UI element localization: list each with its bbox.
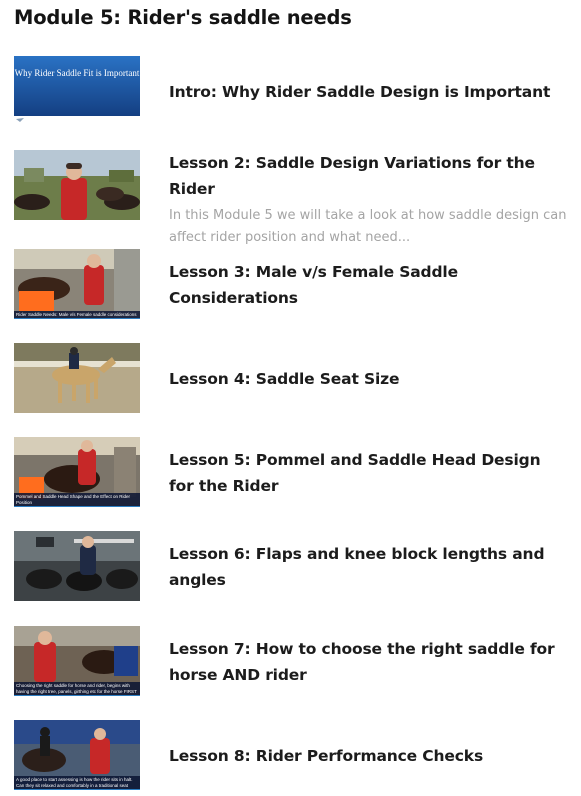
video-thumbnail-icon xyxy=(14,343,140,413)
lesson-text: Lesson 3: Male v/s Female Saddle Conside… xyxy=(169,249,569,321)
lesson-item-3[interactable]: Rider Saddle Needs: Male v/s Female sadd… xyxy=(14,249,570,321)
lesson-title[interactable]: Intro: Why Rider Saddle Design is Import… xyxy=(169,79,569,105)
lesson-title[interactable]: Lesson 8: Rider Performance Checks xyxy=(169,743,569,769)
lesson-title[interactable]: Lesson 5: Pommel and Saddle Head Design … xyxy=(169,447,569,499)
lesson-item-8[interactable]: A good place to start assessing is how t… xyxy=(14,720,570,792)
lesson-text: Lesson 6: Flaps and knee block lengths a… xyxy=(169,531,569,603)
lesson-thumbnail[interactable] xyxy=(14,531,140,601)
lesson-thumbnail[interactable]: Why Rider Saddle Fit is Important xyxy=(14,56,140,126)
lesson-text: Intro: Why Rider Saddle Design is Import… xyxy=(169,56,569,128)
video-thumbnail-icon xyxy=(14,249,140,319)
lesson-thumbnail[interactable] xyxy=(14,343,140,413)
lesson-thumbnail[interactable]: Pommel and Saddle Head Shape and the Eff… xyxy=(14,437,140,507)
lesson-thumbnail[interactable]: Rider Saddle Needs: Male v/s Female sadd… xyxy=(14,249,140,319)
lesson-text: Lesson 8: Rider Performance Checks xyxy=(169,720,569,792)
lesson-item-intro[interactable]: Why Rider Saddle Fit is Important Intro:… xyxy=(14,56,570,128)
video-thumbnail-icon xyxy=(14,150,140,220)
lesson-title[interactable]: Lesson 7: How to choose the right saddle… xyxy=(169,636,569,688)
lesson-text: Lesson 4: Saddle Seat Size xyxy=(169,343,569,415)
lesson-item-5[interactable]: Pommel and Saddle Head Shape and the Eff… xyxy=(14,437,570,509)
lesson-text: Lesson 7: How to choose the right saddle… xyxy=(169,626,569,698)
lesson-text: Lesson 2: Saddle Design Variations for t… xyxy=(169,150,569,245)
thumbnail-caption: Pommel and Saddle Head Shape and the Eff… xyxy=(14,493,140,507)
slide-thumbnail-icon xyxy=(14,56,140,126)
lesson-text: Lesson 5: Pommel and Saddle Head Design … xyxy=(169,437,569,509)
thumbnail-text: Why Rider Saddle Fit is Important xyxy=(14,68,140,78)
lesson-thumbnail[interactable] xyxy=(14,150,140,220)
lesson-thumbnail[interactable]: Choosing the right saddle for horse and … xyxy=(14,626,140,696)
thumbnail-caption: A good place to start assessing is how t… xyxy=(14,776,140,790)
lesson-title[interactable]: Lesson 2: Saddle Design Variations for t… xyxy=(169,150,569,202)
lesson-item-4[interactable]: Lesson 4: Saddle Seat Size xyxy=(14,343,570,415)
lesson-thumbnail[interactable]: A good place to start assessing is how t… xyxy=(14,720,140,790)
lesson-item-6[interactable]: Lesson 6: Flaps and knee block lengths a… xyxy=(14,531,570,603)
thumbnail-caption: Rider Saddle Needs: Male v/s Female sadd… xyxy=(14,310,140,319)
module-title: Module 5: Rider's saddle needs xyxy=(14,6,352,29)
lesson-item-2[interactable]: Lesson 2: Saddle Design Variations for t… xyxy=(14,150,570,245)
thumbnail-caption: Choosing the right saddle for horse and … xyxy=(14,682,140,696)
lesson-description: In this Module 5 we will take a look at … xyxy=(169,208,567,245)
lesson-title[interactable]: Lesson 3: Male v/s Female Saddle Conside… xyxy=(169,259,569,311)
lesson-item-7[interactable]: Choosing the right saddle for horse and … xyxy=(14,626,570,698)
lesson-title[interactable]: Lesson 4: Saddle Seat Size xyxy=(169,366,569,392)
lesson-title[interactable]: Lesson 6: Flaps and knee block lengths a… xyxy=(169,541,569,593)
video-thumbnail-icon xyxy=(14,531,140,601)
